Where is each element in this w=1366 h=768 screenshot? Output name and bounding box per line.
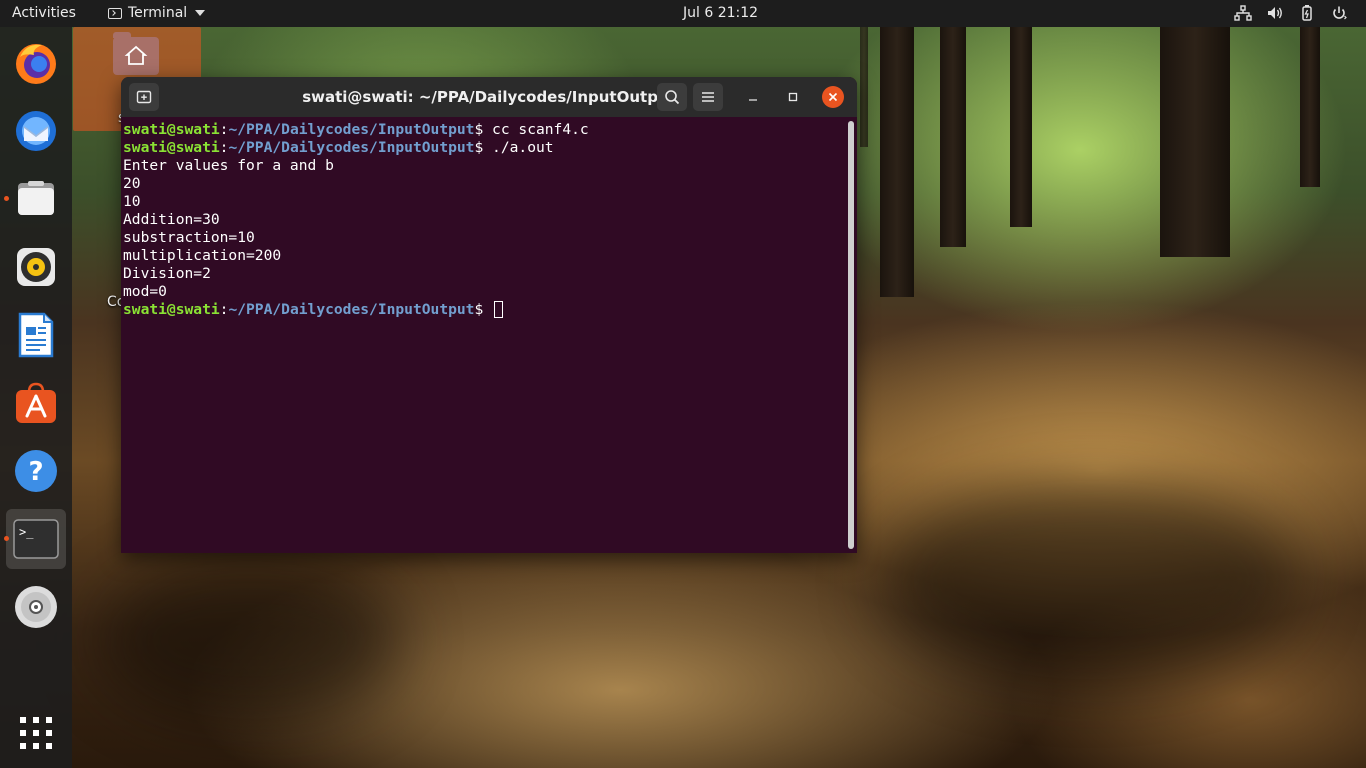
files-icon <box>18 181 54 215</box>
terminal-window[interactable]: swati@swati: ~/PPA/Dailycodes/InputOutpu… <box>121 77 857 553</box>
terminal-output-line: Division=2 <box>123 265 843 283</box>
battery-icon[interactable] <box>1298 4 1316 22</box>
terminal-small-icon <box>108 7 122 19</box>
output-text: Enter values for a and b <box>123 157 334 174</box>
power-icon[interactable] <box>1330 4 1348 22</box>
prompt-path: ~/PPA/Dailycodes/InputOutput <box>228 121 475 138</box>
output-text: 20 <box>123 175 141 192</box>
running-indicator <box>4 536 9 541</box>
output-text: substraction=10 <box>123 229 255 246</box>
dock-libreoffice-writer[interactable] <box>6 305 66 365</box>
output-text: Addition=30 <box>123 211 220 228</box>
minimize-icon <box>749 99 757 101</box>
disc-icon <box>15 586 57 628</box>
dock-files[interactable] <box>4 169 66 229</box>
terminal-output-line: 20 <box>123 175 843 193</box>
command-text: ./a.out <box>492 139 554 156</box>
terminal-output-line: Enter values for a and b <box>123 157 843 175</box>
volume-icon[interactable] <box>1266 4 1284 22</box>
terminal-output-line: 10 <box>123 193 843 211</box>
running-indicator <box>4 196 9 201</box>
command-text: cc scanf4.c <box>492 121 589 138</box>
prompt-symbol: $ <box>474 121 493 138</box>
hamburger-icon <box>702 92 714 102</box>
help-icon: ? <box>15 450 57 492</box>
dock: ? >_ <box>0 27 72 768</box>
terminal-glyph: >_ <box>19 525 34 539</box>
dock-disc[interactable] <box>6 577 66 637</box>
maximize-button[interactable] <box>782 86 804 108</box>
output-text: mod=0 <box>123 283 167 300</box>
firefox-icon <box>16 44 56 84</box>
close-button[interactable] <box>822 86 844 108</box>
prompt-symbol: $ <box>474 301 493 318</box>
chevron-down-icon <box>195 10 206 16</box>
output-text: 10 <box>123 193 141 210</box>
terminal-prompt-line: swati@swati:~/PPA/Dailycodes/InputOutput… <box>123 139 843 157</box>
rhythmbox-icon <box>17 248 55 286</box>
app-menu[interactable]: Terminal <box>108 5 206 21</box>
system-tray[interactable] <box>1234 4 1348 22</box>
home-icon <box>113 32 159 75</box>
help-glyph: ? <box>28 457 43 487</box>
hamburger-menu-button[interactable] <box>693 83 723 111</box>
activities-button[interactable]: Activities <box>12 5 76 21</box>
dock-rhythmbox[interactable] <box>6 237 66 297</box>
software-icon <box>16 382 56 423</box>
close-icon <box>828 92 838 102</box>
app-menu-label: Terminal <box>128 5 188 21</box>
prompt-symbol: $ <box>474 139 493 156</box>
prompt-path: ~/PPA/Dailycodes/InputOutput <box>228 301 475 318</box>
maximize-icon <box>788 92 798 102</box>
terminal-icon: >_ <box>13 519 59 559</box>
network-icon[interactable] <box>1234 4 1252 22</box>
thunderbird-icon <box>16 111 56 151</box>
search-icon <box>665 90 680 105</box>
search-button[interactable] <box>657 83 687 111</box>
minimize-button[interactable] <box>742 86 764 108</box>
window-titlebar[interactable]: swati@swati: ~/PPA/Dailycodes/InputOutpu… <box>121 77 857 117</box>
terminal-output-line: multiplication=200 <box>123 247 843 265</box>
top-bar: Activities Terminal Jul 6 21:12 <box>0 0 1366 27</box>
dock-help[interactable]: ? <box>6 441 66 501</box>
terminal-scrollbar[interactable] <box>848 121 854 549</box>
terminal-output-line: mod=0 <box>123 283 843 301</box>
terminal-prompt-line: swati@swati:~/PPA/Dailycodes/InputOutput… <box>123 121 843 139</box>
show-applications-button[interactable] <box>6 703 66 763</box>
clock[interactable]: Jul 6 21:12 <box>683 5 758 21</box>
terminal-output-line: substraction=10 <box>123 229 843 247</box>
terminal-prompt-line: swati@swati:~/PPA/Dailycodes/InputOutput… <box>123 301 843 319</box>
dock-firefox[interactable] <box>6 33 66 93</box>
terminal-output-line: Addition=30 <box>123 211 843 229</box>
prompt-user: swati@swati <box>123 301 220 318</box>
output-text: Division=2 <box>123 265 211 282</box>
grid-icon <box>20 717 52 749</box>
text-cursor <box>494 301 504 318</box>
dock-ubuntu-software[interactable] <box>6 373 66 433</box>
writer-icon <box>18 312 54 358</box>
prompt-user: swati@swati <box>123 139 220 156</box>
dock-thunderbird[interactable] <box>6 101 66 161</box>
output-text: multiplication=200 <box>123 247 282 264</box>
terminal-output[interactable]: swati@swati:~/PPA/Dailycodes/InputOutput… <box>123 121 843 551</box>
prompt-user: swati@swati <box>123 121 220 138</box>
prompt-path: ~/PPA/Dailycodes/InputOutput <box>228 139 475 156</box>
dock-terminal[interactable]: >_ <box>4 509 66 569</box>
